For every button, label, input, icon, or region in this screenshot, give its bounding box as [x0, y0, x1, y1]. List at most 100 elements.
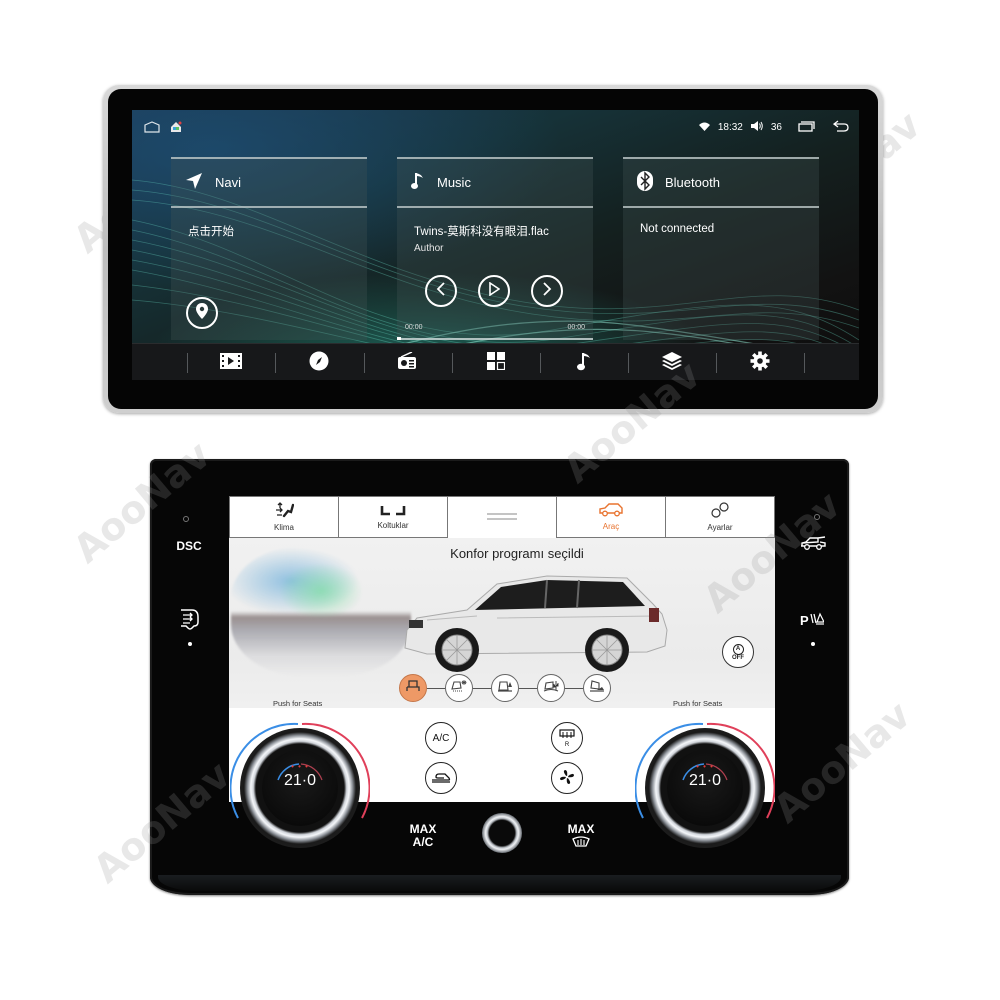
tab-koltuklar[interactable]: Koltuklar	[339, 496, 448, 538]
navi-card[interactable]: Navi 点击开始	[171, 157, 367, 340]
mode-connector	[473, 687, 491, 689]
map-pin-button[interactable]	[186, 297, 218, 329]
auto-stop-start-off-button[interactable]: A OFF	[722, 636, 754, 668]
vehicle-image	[404, 575, 668, 672]
dock-music-button[interactable]	[571, 350, 597, 376]
left-temperature-dial[interactable]: • • • 21·0	[230, 718, 370, 858]
mode-snow[interactable]	[445, 674, 473, 702]
max-ac-line2: A/C	[412, 834, 434, 849]
layers-icon	[662, 351, 682, 375]
rock-mode-icon	[589, 679, 605, 698]
park-assist-button[interactable]: P	[800, 612, 825, 630]
dock-divider	[716, 353, 717, 373]
previous-button[interactable]	[425, 275, 457, 307]
video-film-icon	[220, 352, 242, 374]
front-defrost-icon	[572, 835, 590, 850]
tab-koltuklar-label: Koltuklar	[377, 521, 409, 530]
aurora-landscape-image	[231, 546, 411, 676]
bluetooth-card[interactable]: Bluetooth Not connected	[623, 157, 819, 340]
airflow-face-icon[interactable]	[178, 608, 202, 637]
play-button[interactable]	[478, 275, 510, 307]
home-outline-icon[interactable]	[144, 120, 160, 138]
terrain-mode-selector	[399, 674, 611, 702]
mode-comfort[interactable]	[399, 674, 427, 702]
ac-button[interactable]: A/C	[425, 722, 457, 754]
tab-klima[interactable]: Klima	[229, 496, 339, 538]
climate-tab-bar: Klima Koltuklar Araç Ayarlar	[229, 496, 775, 538]
max-ac-line1: MAX	[409, 822, 437, 836]
next-button[interactable]	[531, 275, 563, 307]
bluetooth-title: Bluetooth	[665, 175, 720, 190]
push-for-seats-right: Push for Seats	[673, 699, 723, 708]
time-elapsed: 00:00	[405, 324, 423, 331]
mode-mud[interactable]	[491, 674, 519, 702]
dock-settings-button[interactable]	[747, 350, 773, 376]
car-hatch-icon[interactable]	[800, 536, 826, 555]
tab-ayarlar-label: Ayarlar	[707, 523, 733, 532]
right-temp-dots: • • •	[696, 762, 714, 771]
tab-ayarlar[interactable]: Ayarlar	[666, 496, 775, 538]
apps-grid-icon	[487, 351, 506, 375]
auto-off-label: OFF	[732, 654, 744, 661]
back-icon[interactable]	[832, 120, 849, 135]
auto-icon: A	[732, 643, 744, 655]
left-temp-dots: • • •	[291, 762, 309, 771]
music-note-icon	[577, 351, 591, 376]
tab-menu-handle[interactable]	[448, 496, 557, 538]
max-ac-button[interactable]: MAX A/C	[405, 823, 441, 848]
mode-connector	[519, 687, 537, 689]
music-card-header[interactable]: Music	[397, 157, 593, 208]
dock-divider	[275, 353, 276, 373]
indicator-led	[814, 514, 820, 520]
map-pin-icon	[195, 302, 209, 325]
dock-radio-button[interactable]	[394, 350, 420, 376]
compass-icon	[309, 351, 329, 376]
recirculation-button[interactable]	[425, 762, 457, 794]
right-temperature-dial[interactable]: • • • 21·0	[635, 718, 775, 858]
wifi-icon	[698, 122, 710, 134]
tab-klima-label: Klima	[273, 523, 294, 532]
music-card[interactable]: Music Twins-莫斯科没有眼泪.flac Author 00:00 00…	[397, 157, 593, 340]
navigation-arrow-icon	[185, 172, 203, 193]
recirculation-icon	[431, 771, 451, 786]
dock-layers-button[interactable]	[659, 350, 685, 376]
car-icon	[598, 503, 624, 519]
dock-apps-button[interactable]	[483, 350, 509, 376]
previous-icon	[435, 281, 447, 301]
recent-apps-icon[interactable]	[798, 120, 815, 135]
play-icon	[488, 281, 501, 301]
left-temperature: 21·0	[283, 772, 317, 789]
mode-rock[interactable]	[583, 674, 611, 702]
indicator-led	[811, 642, 815, 646]
time-total: 00:00	[567, 324, 585, 331]
rear-defrost-icon	[559, 728, 575, 742]
track-artist: Author	[414, 243, 444, 254]
navi-start-text[interactable]: 点击开始	[188, 223, 234, 239]
bluetooth-card-header[interactable]: Bluetooth	[623, 157, 819, 208]
fan-button[interactable]	[551, 762, 583, 794]
mode-connector	[427, 687, 445, 689]
navi-card-header[interactable]: Navi	[171, 157, 367, 208]
dock-divider	[628, 353, 629, 373]
volume-icon[interactable]	[750, 121, 763, 134]
indicator-led	[188, 642, 192, 646]
volume-knob[interactable]	[482, 813, 522, 853]
track-name: Twins-莫斯科没有眼泪.flac	[414, 226, 549, 238]
navi-title: Navi	[215, 175, 242, 190]
dock-video-button[interactable]	[218, 350, 244, 376]
bluetooth-icon	[637, 171, 653, 194]
mode-sand[interactable]	[537, 674, 565, 702]
bluetooth-status: Not connected	[640, 223, 715, 235]
mud-mode-icon	[497, 679, 513, 698]
music-progress-bar[interactable]	[397, 337, 593, 340]
volume-level: 36	[770, 122, 782, 133]
rear-defrost-label: R	[564, 741, 570, 748]
launcher-home-icon[interactable]	[170, 120, 182, 138]
tab-arac[interactable]: Araç	[557, 496, 666, 538]
gear-icon	[750, 351, 770, 376]
dock-compass-button[interactable]	[306, 350, 332, 376]
max-defrost-button[interactable]: MAX	[563, 823, 599, 849]
dsc-button[interactable]: DSC	[172, 540, 206, 553]
app-dock	[132, 343, 859, 380]
rear-defrost-button[interactable]: R	[551, 722, 583, 754]
